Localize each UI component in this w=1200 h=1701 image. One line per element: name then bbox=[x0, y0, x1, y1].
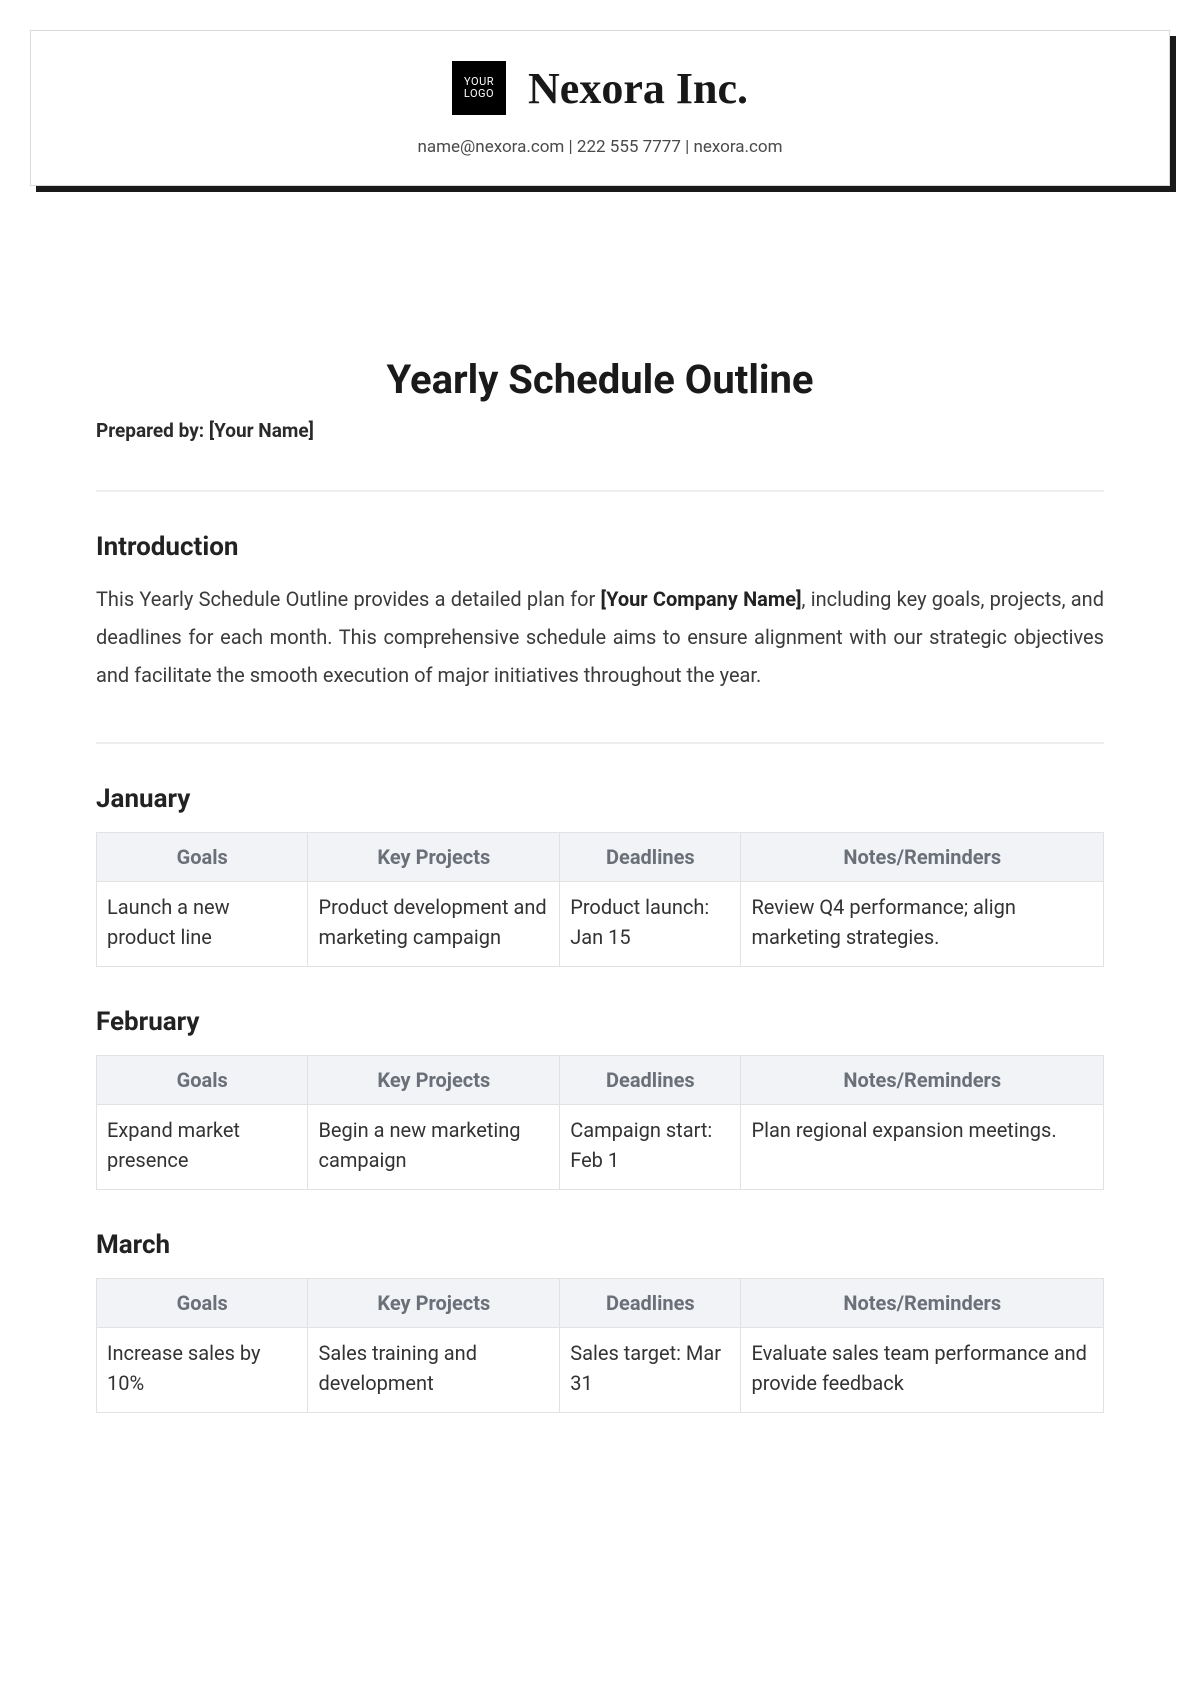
month-heading-march: March bbox=[96, 1230, 1104, 1260]
col-deadlines: Deadlines bbox=[560, 833, 741, 882]
col-goals: Goals bbox=[97, 1056, 308, 1105]
cell-goals: Increase sales by 10% bbox=[97, 1328, 308, 1413]
intro-company-placeholder: [Your Company Name] bbox=[601, 587, 802, 611]
intro-before: This Yearly Schedule Outline provides a … bbox=[96, 587, 601, 611]
cell-projects: Sales training and development bbox=[308, 1328, 560, 1413]
col-goals: Goals bbox=[97, 1279, 308, 1328]
logo-placeholder: YOUR LOGO bbox=[452, 61, 506, 115]
col-deadlines: Deadlines bbox=[560, 1279, 741, 1328]
letterhead: YOUR LOGO Nexora Inc. name@nexora.com | … bbox=[30, 30, 1170, 186]
col-goals: Goals bbox=[97, 833, 308, 882]
table-row: Expand market presence Begin a new marke… bbox=[97, 1105, 1104, 1190]
month-heading-february: February bbox=[96, 1007, 1104, 1037]
logo-text-line2: LOGO bbox=[464, 88, 494, 100]
page-title: Yearly Schedule Outline bbox=[96, 356, 1104, 403]
introduction-text: This Yearly Schedule Outline provides a … bbox=[96, 580, 1104, 694]
schedule-table-february: Goals Key Projects Deadlines Notes/Remin… bbox=[96, 1055, 1104, 1190]
company-name: Nexora Inc. bbox=[528, 63, 748, 114]
prepared-by: Prepared by: [Your Name] bbox=[96, 419, 1104, 442]
col-projects: Key Projects bbox=[308, 1279, 560, 1328]
divider bbox=[96, 490, 1104, 492]
cell-deadlines: Campaign start: Feb 1 bbox=[560, 1105, 741, 1190]
col-deadlines: Deadlines bbox=[560, 1056, 741, 1105]
schedule-table-january: Goals Key Projects Deadlines Notes/Remin… bbox=[96, 832, 1104, 967]
table-row: Increase sales by 10% Sales training and… bbox=[97, 1328, 1104, 1413]
table-row: Launch a new product line Product develo… bbox=[97, 882, 1104, 967]
cell-projects: Product development and marketing campai… bbox=[308, 882, 560, 967]
schedule-table-march: Goals Key Projects Deadlines Notes/Remin… bbox=[96, 1278, 1104, 1413]
brand-row: YOUR LOGO Nexora Inc. bbox=[452, 61, 748, 115]
col-notes: Notes/Reminders bbox=[741, 1056, 1104, 1105]
table-header-row: Goals Key Projects Deadlines Notes/Remin… bbox=[97, 1279, 1104, 1328]
table-header-row: Goals Key Projects Deadlines Notes/Remin… bbox=[97, 1056, 1104, 1105]
col-projects: Key Projects bbox=[308, 833, 560, 882]
month-heading-january: January bbox=[96, 784, 1104, 814]
cell-projects: Begin a new marketing campaign bbox=[308, 1105, 560, 1190]
col-projects: Key Projects bbox=[308, 1056, 560, 1105]
cell-notes: Review Q4 performance; align marketing s… bbox=[741, 882, 1104, 967]
cell-notes: Plan regional expansion meetings. bbox=[741, 1105, 1104, 1190]
cell-deadlines: Sales target: Mar 31 bbox=[560, 1328, 741, 1413]
cell-goals: Launch a new product line bbox=[97, 882, 308, 967]
cell-goals: Expand market presence bbox=[97, 1105, 308, 1190]
cell-deadlines: Product launch: Jan 15 bbox=[560, 882, 741, 967]
col-notes: Notes/Reminders bbox=[741, 1279, 1104, 1328]
cell-notes: Evaluate sales team performance and prov… bbox=[741, 1328, 1104, 1413]
introduction-heading: Introduction bbox=[96, 532, 1104, 562]
divider bbox=[96, 742, 1104, 744]
document-body: Yearly Schedule Outline Prepared by: [Yo… bbox=[0, 356, 1200, 1413]
contact-line: name@nexora.com | 222 555 7777 | nexora.… bbox=[51, 137, 1149, 157]
table-header-row: Goals Key Projects Deadlines Notes/Remin… bbox=[97, 833, 1104, 882]
col-notes: Notes/Reminders bbox=[741, 833, 1104, 882]
